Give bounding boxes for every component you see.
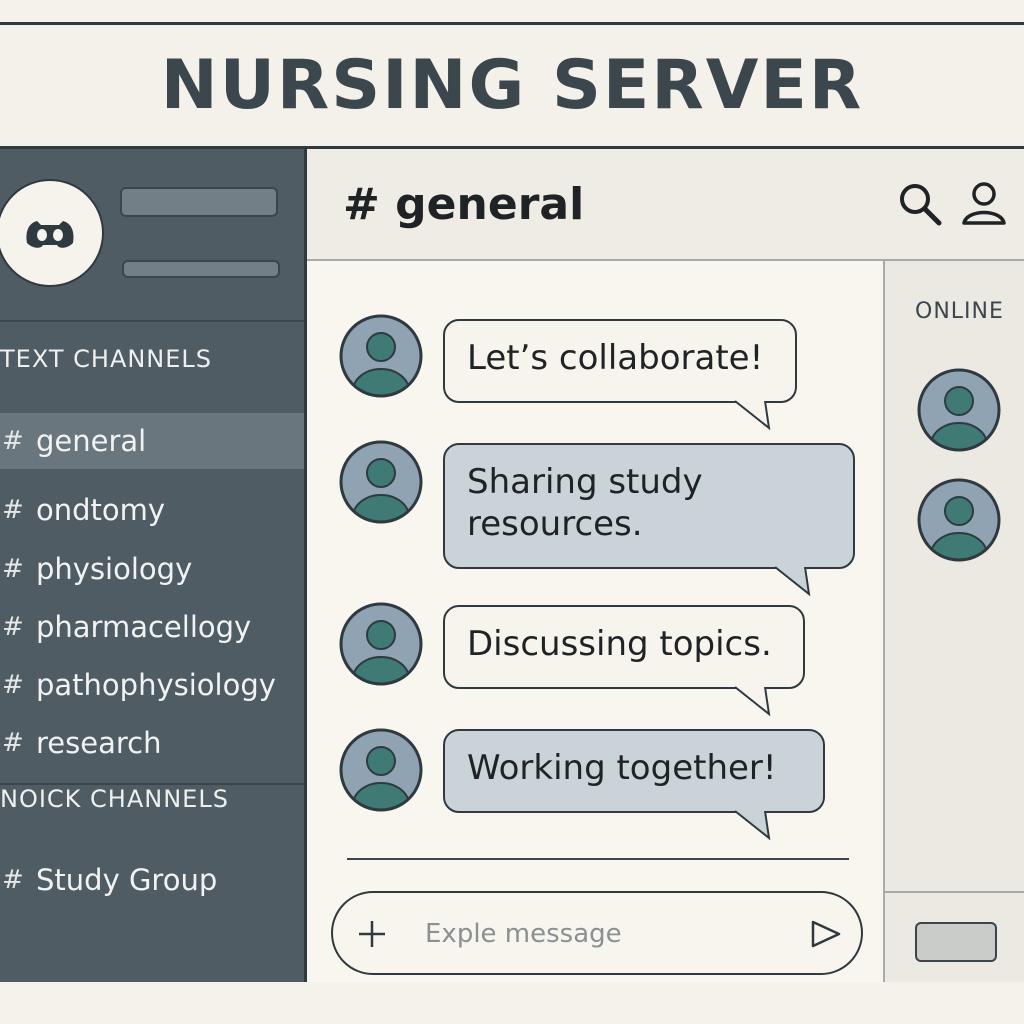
member-avatar-icon[interactable] <box>916 477 1002 563</box>
bubble-tail <box>735 400 771 430</box>
channel-label: Study Group <box>36 863 218 897</box>
user-avatar-icon[interactable] <box>338 439 424 525</box>
message-input[interactable] <box>423 913 793 955</box>
message-bubble: Let’s collaborate! <box>443 319 797 403</box>
channel-label: research <box>36 726 162 760</box>
user-avatar-icon[interactable] <box>338 313 424 399</box>
chat-header: # general <box>307 149 1024 261</box>
channel-label: physiology <box>36 552 193 586</box>
hash-icon: # <box>2 612 24 642</box>
message-composer <box>331 891 863 975</box>
user-avatar-icon[interactable] <box>338 601 424 687</box>
message-text: Discussing topics. <box>467 624 772 664</box>
online-label: ONLINE <box>915 299 1004 324</box>
channel-label: ondtomy <box>36 493 166 527</box>
title-bar: NURSING SERVER <box>0 25 1024 149</box>
server-avatar[interactable] <box>0 179 104 287</box>
discord-logo-icon <box>26 221 74 248</box>
online-members-panel: ONLINE <box>885 261 1024 982</box>
plus-icon[interactable] <box>355 917 389 951</box>
sidebar-channel-pharmacellogy[interactable]: # pharmacellogy <box>0 599 304 655</box>
server-header <box>0 149 304 322</box>
sidebar-channel-physiology[interactable]: # physiology <box>0 541 304 597</box>
text-channels-label: TEXT CHANNELS <box>0 345 213 373</box>
message-text: Working together! <box>467 748 777 788</box>
member-avatar-icon[interactable] <box>916 367 1002 453</box>
sidebar-channel-pathophysiology[interactable]: # pathophysiology <box>0 657 304 713</box>
sidebar-channel-ondtomy[interactable]: # ondtomy <box>0 482 304 538</box>
message-bubble: Discussing topics. <box>443 605 805 689</box>
sidebar-voice-channel-study-group[interactable]: # Study Group <box>0 852 304 908</box>
hash-icon: # <box>2 495 24 525</box>
panel-button[interactable] <box>915 922 997 962</box>
composer-divider <box>347 858 849 860</box>
server-subtitle-placeholder <box>122 260 280 278</box>
user-icon[interactable] <box>959 179 1009 229</box>
hash-icon: # <box>2 426 24 456</box>
hash-icon: # <box>2 670 24 700</box>
panel-divider <box>885 891 1024 893</box>
message-bubble: Working together! <box>443 729 825 813</box>
server-title: NURSING SERVER <box>160 46 864 125</box>
sidebar-channel-research[interactable]: # research <box>0 715 304 771</box>
message-bubble: Sharing study resources. <box>443 443 855 569</box>
channel-label: pharmacellogy <box>36 610 252 644</box>
channel-label: general <box>36 424 147 458</box>
search-icon[interactable] <box>895 179 945 229</box>
hash-icon: # <box>2 865 24 895</box>
message-text: Let’s collaborate! <box>467 338 764 378</box>
send-icon[interactable] <box>809 917 843 951</box>
message-list: Let’s collaborate! Sharing study resourc… <box>307 261 885 982</box>
server-name-placeholder <box>120 187 278 217</box>
sidebar-channel-general[interactable]: # general <box>0 413 304 469</box>
channel-sidebar: TEXT CHANNELS # general # ondtomy # phys… <box>0 149 307 982</box>
hash-icon: # <box>2 554 24 584</box>
bubble-tail <box>735 686 771 716</box>
bubble-tail <box>775 566 811 596</box>
channel-title: # general <box>343 179 585 230</box>
message-text: Sharing study resources. <box>467 462 703 544</box>
bubble-tail <box>735 810 771 840</box>
app-window: NURSING SERVER TEXT CHANNELS # general #… <box>0 22 1024 982</box>
channel-label: pathophysiology <box>36 668 276 702</box>
user-avatar-icon[interactable] <box>338 727 424 813</box>
hash-icon: # <box>2 728 24 758</box>
voice-channels-label: NOICK CHANNELS <box>0 785 229 813</box>
